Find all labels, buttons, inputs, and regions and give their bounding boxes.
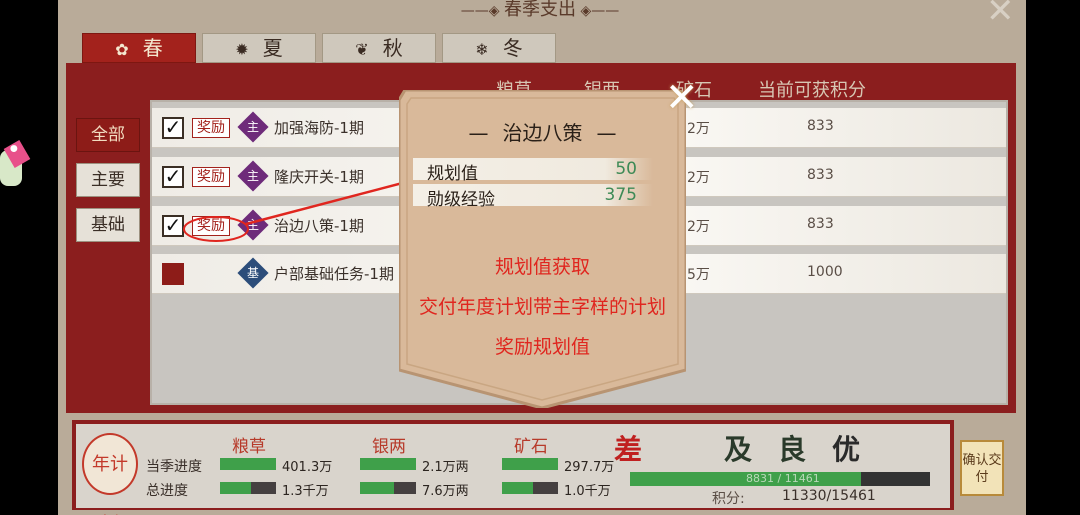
popup-title: — 治边八策 — <box>468 121 617 145</box>
popup-close-icon[interactable]: ✕ <box>665 78 699 118</box>
game-screen: ——◈ 春季支出 ◈—— ✕ ✿春 ✹夏 ❦秋 ❄冬 粮草 银两 矿石 当前可获… <box>0 0 1080 515</box>
plan-value: 50 <box>615 159 637 179</box>
popup-note-line-1: 交付年度计划带主字样的计划 <box>418 296 666 318</box>
popup-note-line-2: 奖励规划值 <box>494 336 590 358</box>
popup-note-title: 规划值获取 <box>494 256 590 278</box>
rank-exp-value: 375 <box>604 185 637 205</box>
tooltip-popup: — 治边八策 — 规划值 50 勋级经验 375 规划值获取 交付年度计划带主字样的… <box>399 78 699 408</box>
rank-exp-label: 勋级经验 <box>427 190 495 210</box>
popup-row-rank-exp: 勋级经验 375 <box>413 184 653 210</box>
plan-value-label: 规划值 <box>427 164 478 184</box>
popup-row-plan-value: 规划值 50 <box>413 158 653 184</box>
